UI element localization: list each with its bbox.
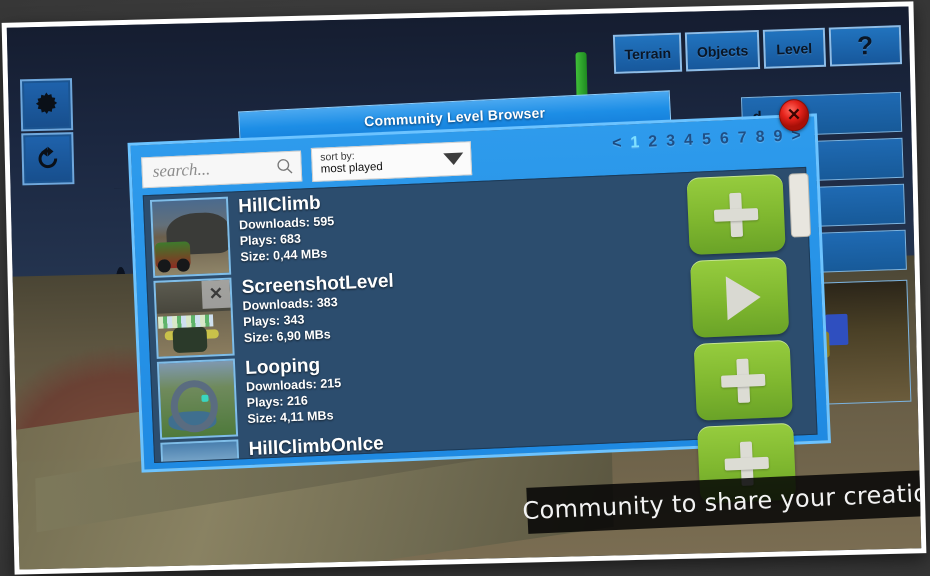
scrollbar-thumb[interactable] (788, 172, 812, 238)
sort-value: most played (320, 161, 384, 177)
level-size: Size: 4,11 MBs (247, 408, 334, 427)
plus-icon (713, 192, 759, 238)
thumb-art-wheel (157, 258, 171, 273)
search-placeholder: search... (152, 159, 211, 181)
level-meta: Looping Downloads: 215 Plays: 216 Size: … (245, 354, 343, 427)
promo-caption-text: Community to share your creation (521, 478, 922, 526)
level-meta: HillClimb Downloads: 595 Plays: 683 Size… (238, 192, 336, 265)
search-input[interactable]: search... (141, 149, 303, 188)
level-meta: ScreenshotLevel Downloads: 383 Plays: 34… (241, 271, 396, 347)
dialog-body: search... sort by: most played < 1 2 3 4… (127, 113, 831, 504)
level-thumbnail[interactable]: ✕ (153, 277, 235, 359)
undo-arrow-icon (38, 146, 58, 169)
level-title: HillClimbOnIce (248, 433, 385, 460)
level-meta: HillClimbOnIce Downloads: 44 Plays: 46 (248, 433, 385, 463)
level-thumbnail[interactable] (156, 358, 239, 440)
level-size: Size: 0,44 MBs (240, 246, 328, 265)
tab-terrain[interactable]: Terrain (613, 32, 683, 74)
undo-button[interactable] (21, 132, 75, 186)
help-icon: ? (856, 30, 874, 61)
thumb-art-gem (201, 394, 209, 402)
level-thumbnail[interactable] (160, 439, 242, 464)
delete-icon: ✕ (208, 283, 224, 304)
download-level-button[interactable] (693, 339, 793, 421)
community-level-browser-dialog: Community Level Browser search... sort b… (127, 90, 831, 504)
tab-objects-label: Objects (696, 41, 749, 60)
settings-button[interactable] (19, 78, 74, 132)
tab-objects[interactable]: Objects (685, 29, 761, 72)
pagination-page-1[interactable]: 1 (630, 134, 640, 152)
game-screen: Terrain Objects Level ? d y ad y Levels … (6, 6, 922, 570)
plus-icon (720, 357, 766, 403)
level-thumbnail[interactable] (149, 196, 232, 278)
delete-level-button[interactable]: ✕ (201, 279, 231, 309)
pagination-page-4[interactable]: 4 (684, 132, 694, 150)
tab-terrain-label: Terrain (624, 44, 672, 63)
thumb-art-vehicle (172, 326, 208, 354)
pagination-prev[interactable]: < (612, 135, 622, 153)
pagination-page-5[interactable]: 5 (702, 131, 712, 149)
pagination-page-8[interactable]: 8 (755, 129, 765, 147)
chevron-down-icon (443, 152, 464, 165)
pagination-page-6[interactable]: 6 (720, 130, 730, 148)
play-icon (725, 274, 762, 320)
tab-level[interactable]: Level (762, 27, 827, 69)
pagination-page-2[interactable]: 2 (648, 133, 658, 151)
download-level-button[interactable] (686, 173, 786, 255)
play-level-button[interactable] (690, 256, 790, 338)
thumb-art-wheel (176, 258, 190, 272)
pagination-page-3[interactable]: 3 (666, 132, 676, 150)
tab-level-label: Level (776, 39, 813, 57)
sort-dropdown[interactable]: sort by: most played (310, 141, 473, 183)
tilted-screenshot-frame: Terrain Objects Level ? d y ad y Levels … (1, 1, 927, 575)
close-icon: ✕ (786, 105, 802, 125)
level-action-buttons (686, 173, 797, 504)
pagination-page-7[interactable]: 7 (737, 129, 747, 147)
help-button[interactable]: ? (828, 25, 903, 67)
search-icon (277, 159, 293, 174)
gear-icon (35, 92, 58, 114)
thumb-art-crates (158, 314, 214, 329)
pagination-page-9[interactable]: 9 (773, 128, 783, 146)
white-photo-border: Terrain Objects Level ? d y ad y Levels … (1, 1, 927, 575)
